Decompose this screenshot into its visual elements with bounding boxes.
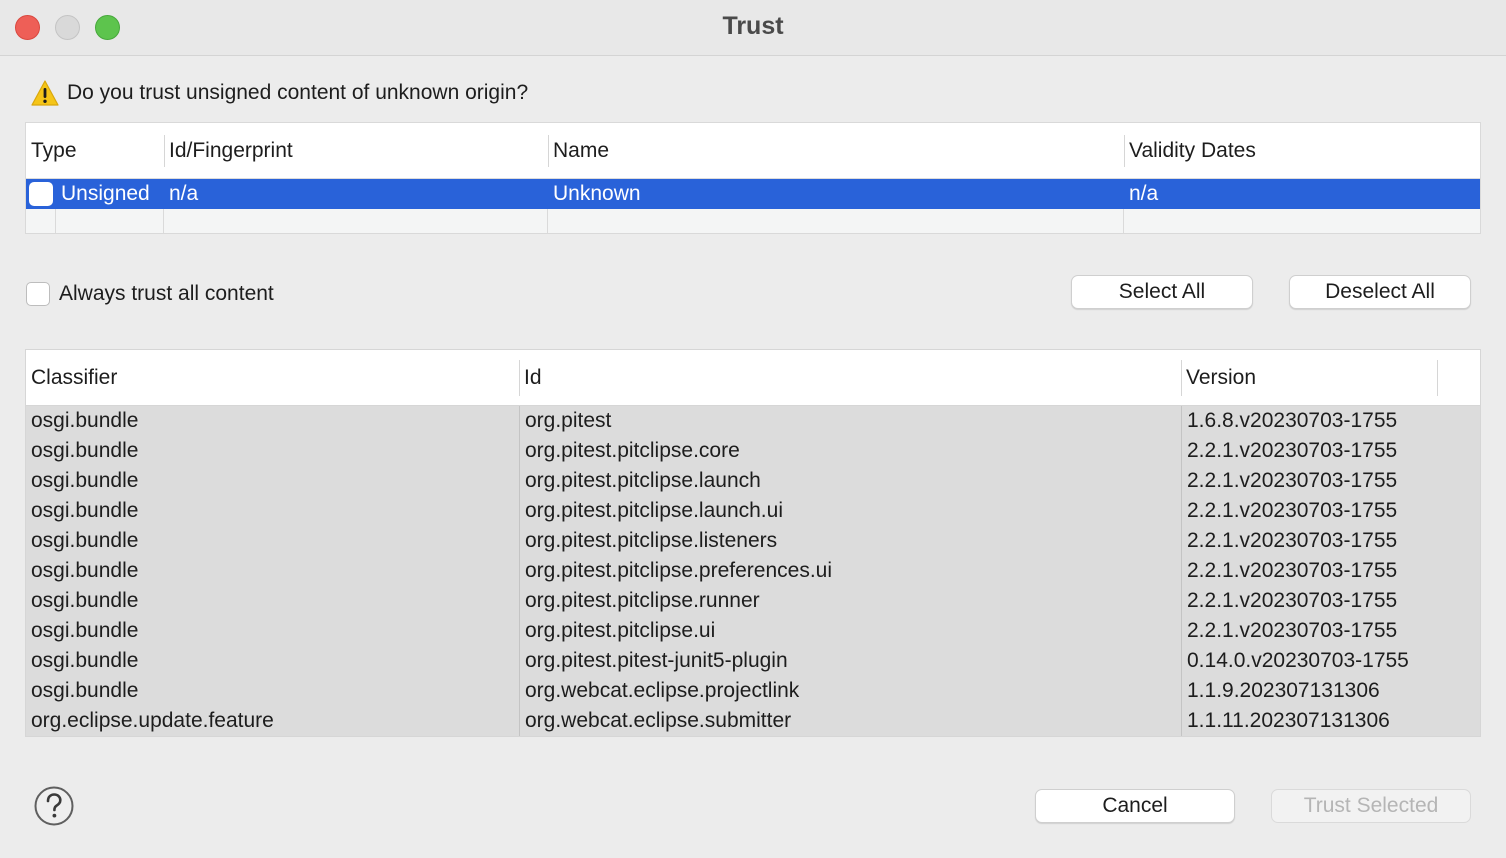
column-header-type[interactable]: Type (26, 123, 164, 179)
column-header-version[interactable]: Version (1181, 350, 1437, 406)
classifier-cell: osgi.bundle (31, 619, 139, 642)
table-row[interactable]: osgi.bundle org.pitest.pitclipse.core 2.… (26, 436, 1480, 466)
version-cell: 1.1.9.202307131306 (1187, 679, 1380, 702)
always-trust-option[interactable]: Always trust all content (26, 280, 274, 308)
version-cell: 2.2.1.v20230703-1755 (1187, 589, 1398, 612)
artifacts-table: Classifier Id Version osgi.bundle org.pi… (25, 349, 1481, 737)
version-cell: 2.2.1.v20230703-1755 (1187, 499, 1398, 522)
window-title: Trust (722, 12, 784, 40)
cancel-button[interactable]: Cancel (1035, 789, 1235, 823)
id-cell: org.webcat.eclipse.projectlink (525, 679, 800, 702)
certificate-row[interactable]: Unsigned n/a Unknown n/a (26, 179, 1480, 209)
column-header-classifier[interactable]: Classifier (26, 350, 519, 406)
id-cell: org.webcat.eclipse.submitter (525, 709, 792, 732)
column-header-name[interactable]: Name (548, 123, 1124, 179)
select-all-button[interactable]: Select All (1071, 275, 1253, 309)
table-row[interactable]: osgi.bundle org.pitest.pitclipse.ui 2.2.… (26, 616, 1480, 646)
classifier-cell: org.eclipse.update.feature (31, 709, 274, 732)
table-row[interactable]: osgi.bundle org.pitest.pitclipse.launch … (26, 466, 1480, 496)
certificate-row-checkbox[interactable] (29, 182, 53, 206)
trust-question: Do you trust unsigned content of unknown… (30, 78, 528, 108)
artifacts-table-header: Classifier Id Version (26, 350, 1480, 406)
classifier-cell: osgi.bundle (31, 439, 139, 462)
id-cell: org.pitest.pitclipse.ui (525, 619, 716, 642)
classifier-cell: osgi.bundle (31, 679, 139, 702)
always-trust-checkbox[interactable] (26, 282, 50, 306)
artifacts-table-body: osgi.bundle org.pitest 1.6.8.v20230703-1… (26, 406, 1480, 736)
table-row[interactable]: osgi.bundle org.pitest.pitclipse.runner … (26, 586, 1480, 616)
id-cell: org.pitest.pitclipse.listeners (525, 529, 778, 552)
table-row[interactable]: osgi.bundle org.pitest 1.6.8.v20230703-1… (26, 406, 1480, 436)
table-row[interactable]: osgi.bundle org.pitest.pitest-junit5-plu… (26, 646, 1480, 676)
id-cell: org.pitest.pitclipse.launch.ui (525, 499, 783, 522)
classifier-cell: osgi.bundle (31, 499, 139, 522)
certificates-table: Type Id/Fingerprint Name Validity Dates … (25, 122, 1481, 234)
id-cell: org.pitest.pitest-junit5-plugin (525, 649, 788, 672)
version-cell: 2.2.1.v20230703-1755 (1187, 439, 1398, 462)
table-row[interactable]: osgi.bundle org.pitest.pitclipse.launch.… (26, 496, 1480, 526)
certificate-type: Unsigned (61, 182, 150, 205)
trust-dialog: Trust Do you trust unsigned content of u… (0, 0, 1506, 858)
certificate-validity: n/a (1129, 182, 1159, 205)
column-header-id[interactable]: Id (519, 350, 1181, 406)
id-cell: org.pitest.pitclipse.core (525, 439, 740, 462)
version-cell: 2.2.1.v20230703-1755 (1187, 469, 1398, 492)
warning-icon (31, 80, 59, 106)
table-row[interactable]: org.eclipse.update.feature org.webcat.ec… (26, 706, 1480, 736)
version-cell: 2.2.1.v20230703-1755 (1187, 559, 1398, 582)
version-cell: 2.2.1.v20230703-1755 (1187, 619, 1398, 642)
id-cell: org.pitest.pitclipse.launch (525, 469, 761, 492)
trust-question-text: Do you trust unsigned content of unknown… (67, 81, 529, 104)
trust-selected-button[interactable]: Trust Selected (1271, 789, 1471, 823)
version-cell: 1.6.8.v20230703-1755 (1187, 409, 1398, 432)
table-row[interactable]: osgi.bundle org.pitest.pitclipse.listene… (26, 526, 1480, 556)
version-cell: 1.1.11.202307131306 (1187, 709, 1390, 732)
column-header-id-fingerprint[interactable]: Id/Fingerprint (164, 123, 548, 179)
id-cell: org.pitest.pitclipse.runner (525, 589, 760, 612)
column-header-validity-dates[interactable]: Validity Dates (1124, 123, 1480, 179)
table-row[interactable]: osgi.bundle org.webcat.eclipse.projectli… (26, 676, 1480, 706)
certificate-name: Unknown (553, 182, 641, 205)
classifier-cell: osgi.bundle (31, 469, 139, 492)
classifier-cell: osgi.bundle (31, 529, 139, 552)
title-bar: Trust (0, 0, 1506, 56)
id-cell: org.pitest (525, 409, 612, 432)
classifier-cell: osgi.bundle (31, 649, 139, 672)
version-cell: 0.14.0.v20230703-1755 (1187, 649, 1409, 672)
classifier-cell: osgi.bundle (31, 589, 139, 612)
always-trust-label: Always trust all content (59, 282, 274, 305)
certificates-table-header: Type Id/Fingerprint Name Validity Dates (26, 123, 1480, 179)
help-icon[interactable] (34, 786, 74, 826)
classifier-cell: osgi.bundle (31, 559, 139, 582)
classifier-cell: osgi.bundle (31, 409, 139, 432)
table-row[interactable]: osgi.bundle org.pitest.pitclipse.prefere… (26, 556, 1480, 586)
certificate-id: n/a (169, 182, 199, 205)
version-cell: 2.2.1.v20230703-1755 (1187, 529, 1398, 552)
deselect-all-button[interactable]: Deselect All (1289, 275, 1471, 309)
id-cell: org.pitest.pitclipse.preferences.ui (525, 559, 832, 582)
